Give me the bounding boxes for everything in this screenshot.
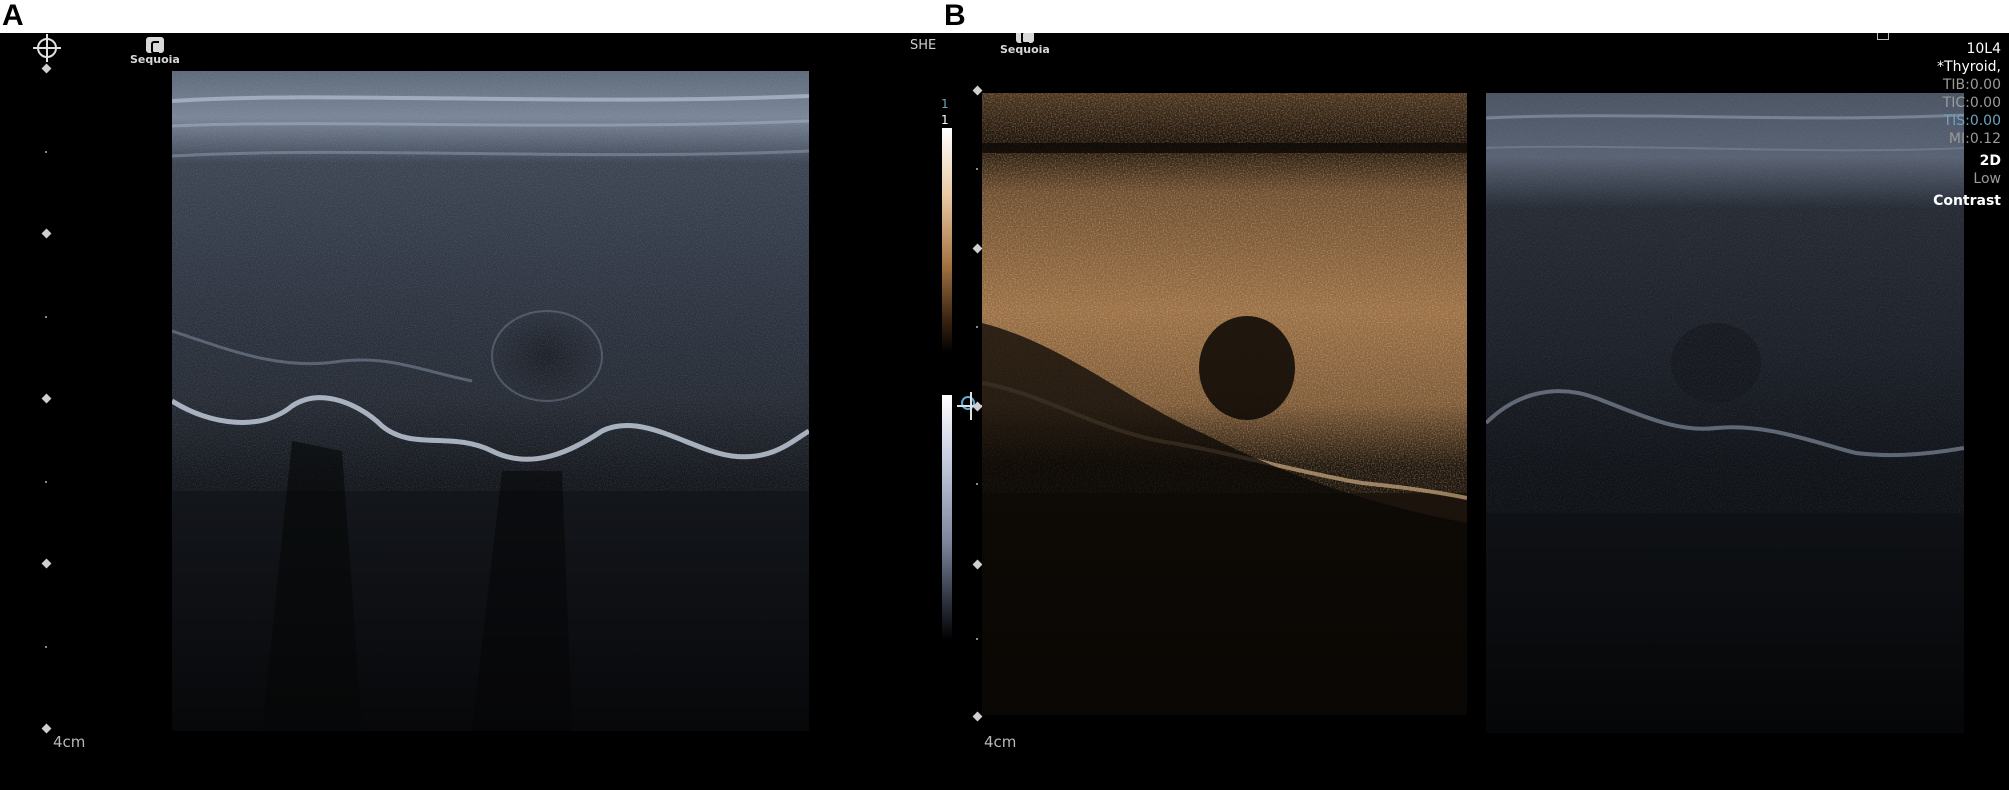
bmode-image-right [1486,93,1964,733]
depth-tick [45,646,47,648]
contrast-colorbar [942,128,952,353]
depth-tick [45,481,47,483]
panel-a-ultrasound: Sequoia SHE 4cm [0,33,942,790]
tib-readout: TIB:0.00 [1942,77,2001,93]
depth-marker [972,85,983,96]
depth-tick [976,168,978,170]
panel-b-ultrasound: Sequoia 1 1 4cm 10L4 *Thyroid, TIB:0.00 … [942,33,2009,790]
grayscale-colorbar [942,395,952,640]
power-label: Low [1973,171,2001,187]
depth-label: 4cm [53,733,86,751]
probe-orientation-icon [1877,33,1889,40]
depth-marker [41,393,52,404]
bmode-image [172,71,809,731]
contrast-image [982,93,1467,715]
sequoia-logo: Sequoia [130,37,180,66]
depth-marker [41,558,52,569]
sequoia-logo-icon [1015,33,1034,44]
tic-readout: TIC:0.00 [1942,95,2001,111]
depth-label: 4cm [984,733,1017,751]
mode-label: 2D [1979,153,2001,169]
depth-marker [41,63,52,74]
depth-tick [976,326,978,328]
depth-marker [41,228,52,239]
depth-tick [45,316,47,318]
preset-label: *Thyroid, [1937,59,2001,75]
focus-crosshair-icon [33,34,61,62]
sequoia-logo: Sequoia [1000,33,1050,56]
depth-tick [976,483,978,485]
tis-readout: TIS:0.00 [1943,113,2001,129]
panel-a-label: A [2,0,24,32]
probe-label: 10L4 [1966,41,2001,57]
depth-marker [972,711,983,722]
depth-marker [972,243,983,254]
depth-tick [45,151,47,153]
contrast-mode-label: Contrast [1933,193,2001,209]
top-right-text: SHE [910,38,937,53]
focus-crosshair-icon [957,392,985,420]
sequoia-logo-icon [145,37,164,54]
depth-marker [41,723,52,734]
mi-readout: MI:0.12 [1948,131,2001,147]
colorbar-top-labels: 1 1 [942,97,949,127]
depth-marker [972,559,983,570]
panel-b-label: B [944,0,966,32]
depth-tick [976,638,978,640]
depth-marker [972,401,983,412]
